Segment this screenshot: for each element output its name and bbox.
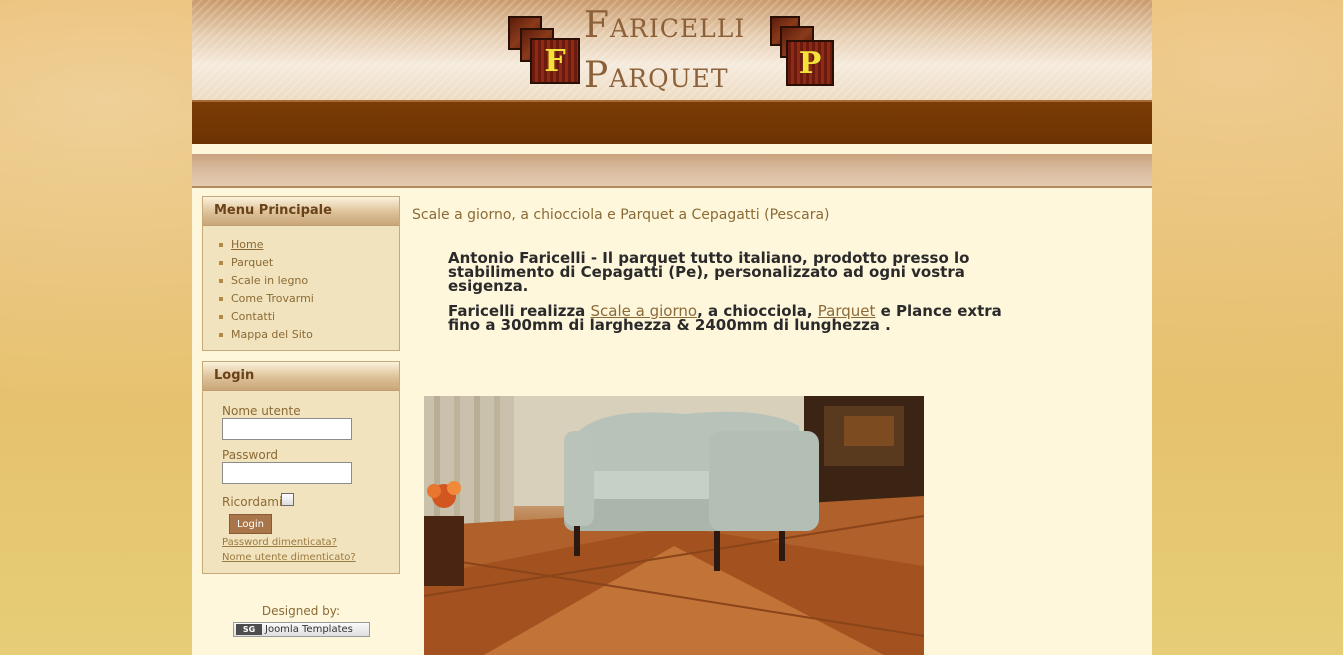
header-nav-band bbox=[192, 102, 1152, 144]
forgot-password-link[interactable]: Password dimenticata? bbox=[222, 537, 337, 548]
username-input[interactable] bbox=[222, 418, 352, 440]
logo-text-line2: Parquet bbox=[584, 55, 729, 96]
password-label: Password bbox=[222, 448, 279, 462]
header-banner: F Faricelli Parquet P bbox=[192, 0, 1152, 102]
menu-item-mappa-del-sito[interactable]: Mappa del Sito bbox=[219, 326, 399, 344]
menu-item-scale-in-legno[interactable]: Scale in legno bbox=[219, 272, 399, 290]
badge-text: Joomla Templates bbox=[265, 624, 353, 635]
main-menu-title: Menu Principale bbox=[203, 197, 399, 226]
password-input[interactable] bbox=[222, 462, 352, 484]
main-menu-module: Menu Principale Home Parquet Scale in le… bbox=[202, 196, 400, 351]
forgot-username-link[interactable]: Nome utente dimenticato? bbox=[222, 552, 356, 563]
parquet-photo bbox=[424, 396, 924, 655]
logo-tile-p: P bbox=[786, 40, 834, 86]
intro-paragraph: Antonio Faricelli - Il parquet tutto ita… bbox=[448, 249, 970, 295]
page-wrapper: F Faricelli Parquet P Menu Principale Ho… bbox=[192, 0, 1152, 655]
page-title: Scale a giorno, a chiocciola e Parquet a… bbox=[412, 207, 830, 223]
login-button[interactable]: Login bbox=[229, 514, 272, 534]
username-label: Nome utente bbox=[222, 404, 301, 418]
logo-tile-f: F bbox=[530, 38, 580, 84]
logo-letter-p: P bbox=[798, 45, 822, 81]
header-sub-band bbox=[192, 154, 1152, 188]
menu-item-come-trovarmi[interactable]: Come Trovarmi bbox=[219, 290, 399, 308]
login-title: Login bbox=[203, 362, 399, 391]
designed-by-label: Designed by: bbox=[261, 604, 341, 618]
login-module: Login Nome utente Password Ricordami Log… bbox=[202, 361, 400, 574]
header-divider bbox=[192, 144, 1152, 154]
menu-item-contatti[interactable]: Contatti bbox=[219, 308, 399, 326]
parquet-photo-art bbox=[424, 396, 924, 655]
remember-label: Ricordami bbox=[222, 495, 283, 509]
logo-text-line1: Faricelli bbox=[584, 5, 746, 46]
menu-item-parquet[interactable]: Parquet bbox=[219, 254, 399, 272]
main-menu-list: Home Parquet Scale in legno Come Trovarm… bbox=[203, 226, 399, 344]
sg-logo-icon: SG bbox=[236, 624, 262, 635]
menu-item-home[interactable]: Home bbox=[219, 236, 399, 254]
joomla-templates-badge[interactable]: SG Joomla Templates bbox=[233, 622, 370, 637]
services-paragraph: Faricelli realizza Scale a giorno, a chi… bbox=[448, 304, 1008, 333]
logo-letter-f: F bbox=[544, 43, 566, 79]
site-logo[interactable]: F Faricelli Parquet P bbox=[508, 6, 838, 98]
remember-checkbox[interactable] bbox=[281, 493, 294, 506]
